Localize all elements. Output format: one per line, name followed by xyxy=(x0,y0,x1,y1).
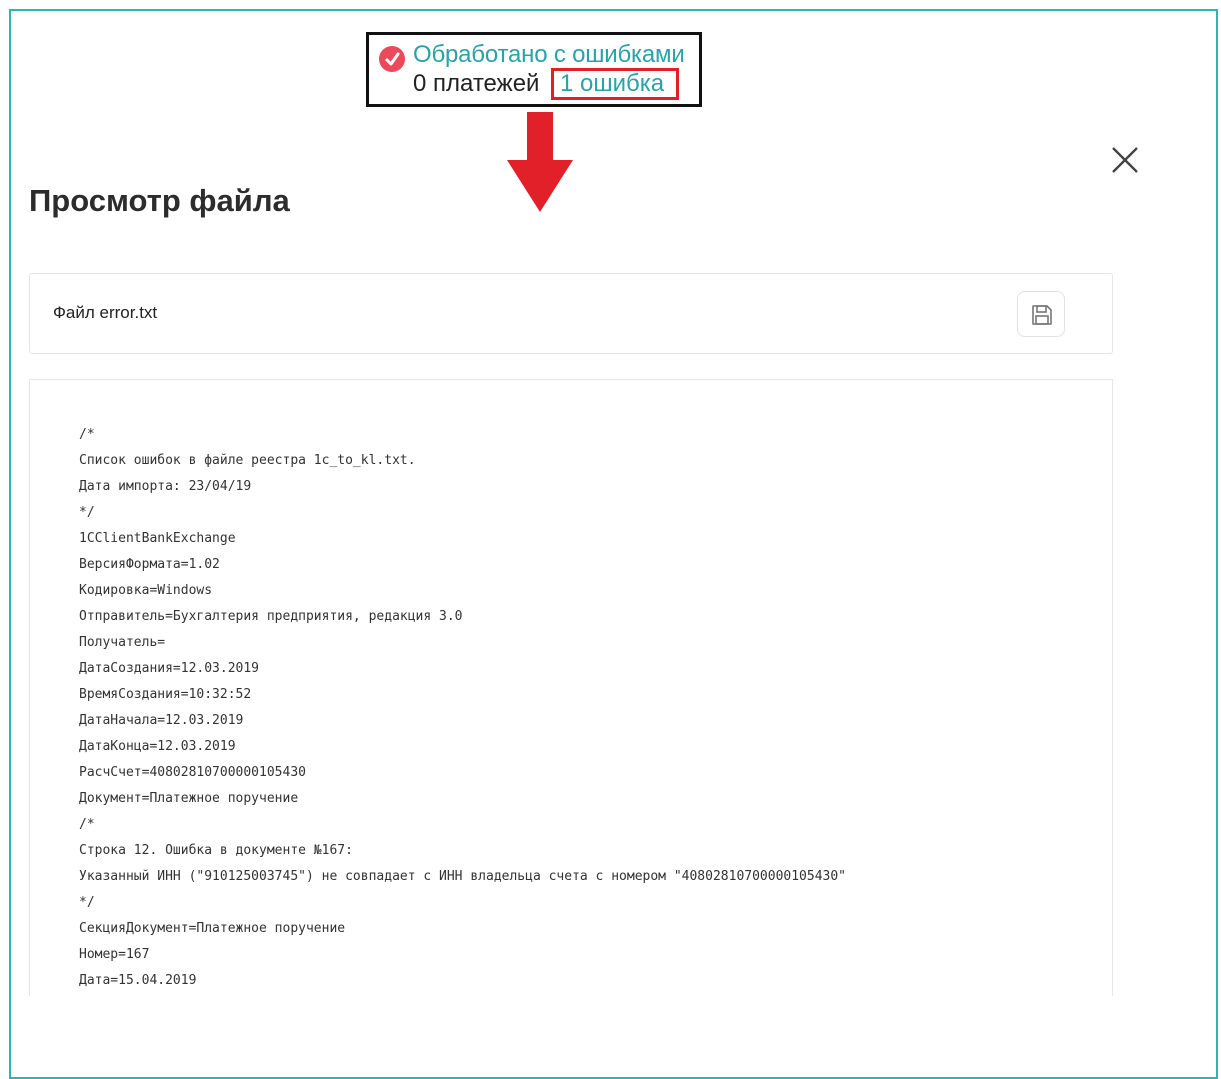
file-content-line: СекцияДокумент=Платежное поручение xyxy=(79,921,346,936)
errors-link[interactable]: 1 ошибка xyxy=(551,68,679,100)
file-content-line: Получатель= xyxy=(79,635,166,650)
file-content-line: ВерсияФормата=1.02 xyxy=(79,557,220,572)
file-content-line: /* xyxy=(79,427,95,442)
file-content-line: РасчСчет=40802810700000105430 xyxy=(79,765,306,780)
status-text[interactable]: Обработано с ошибками xyxy=(413,41,685,69)
file-content-panel[interactable]: /* Список ошибок в файле реестра 1c_to_kl… xyxy=(29,379,1113,996)
file-content-line: Список ошибок в файле реестра 1c_to_kl.t… xyxy=(79,453,416,468)
status-callout: Обработано с ошибками 0 платежей 1 ошибк… xyxy=(366,32,702,107)
file-content-line: Указанный ИНН ("910125003745") не совпад… xyxy=(79,869,847,884)
file-content-line: Строка 12. Ошибка в документе №167: xyxy=(79,843,353,858)
file-content-line: ДатаСоздания=12.03.2019 xyxy=(79,661,260,676)
save-button[interactable] xyxy=(1017,291,1065,337)
file-content-line: Документ=Платежное поручение xyxy=(79,791,299,806)
arrow-down-icon xyxy=(507,112,573,212)
file-content-line: Номер=167 xyxy=(79,947,150,962)
file-content: /* Список ошибок в файле реестра 1c_to_kl… xyxy=(79,422,846,994)
file-content-line: ВремяСоздания=10:32:52 xyxy=(79,687,252,702)
file-content-line: ДатаКонца=12.03.2019 xyxy=(79,739,236,754)
file-content-line: */ xyxy=(79,505,95,520)
modal-title: Просмотр файла xyxy=(29,183,290,218)
save-icon xyxy=(1032,305,1052,325)
file-content-line: Отправитель=Бухгалтерия предприятия, ред… xyxy=(79,609,463,624)
file-header: Файл error.txt xyxy=(29,273,1113,354)
payments-count: 0 платежей xyxy=(413,70,540,97)
file-content-line: */ xyxy=(79,895,95,910)
file-content-line: Дата импорта: 23/04/19 xyxy=(79,479,252,494)
file-content-line: 1CClientBankExchange xyxy=(79,531,236,546)
close-icon[interactable] xyxy=(1108,143,1142,177)
error-check-icon xyxy=(379,46,405,72)
file-content-line: Дата=15.04.2019 xyxy=(79,973,197,988)
file-name-label: Файл error.txt xyxy=(53,303,158,322)
file-content-line: ДатаНачала=12.03.2019 xyxy=(79,713,244,728)
file-content-line: /* xyxy=(79,817,95,832)
file-content-line: Кодировка=Windows xyxy=(79,583,213,598)
